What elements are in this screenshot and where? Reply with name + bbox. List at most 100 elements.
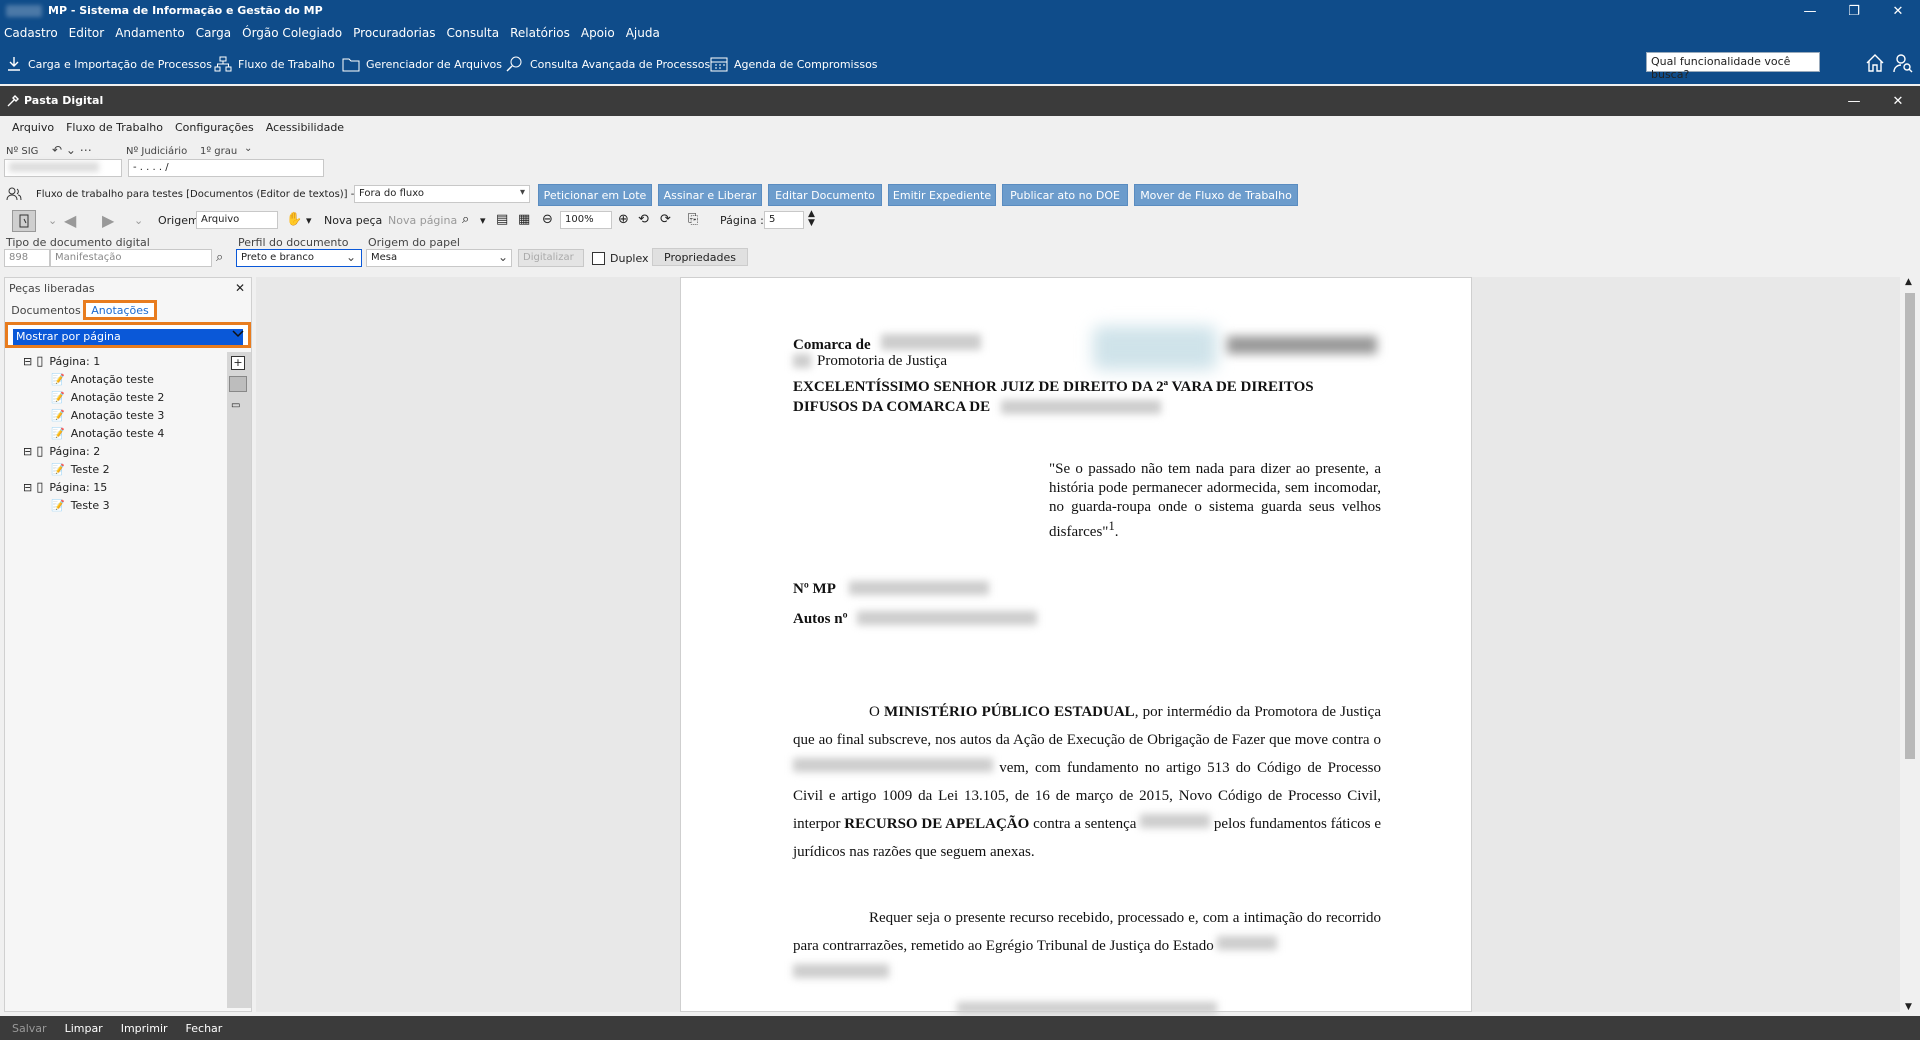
menu-carga[interactable]: Carga: [196, 26, 231, 40]
annotation-item[interactable]: 📝 Anotação teste 3: [51, 406, 164, 424]
search-dropdown-icon[interactable]: ▾: [480, 214, 486, 227]
home-icon[interactable]: [1864, 52, 1886, 74]
submenu-configuracoes[interactable]: Configurações: [175, 121, 254, 134]
sig-field[interactable]: [4, 159, 122, 177]
minimize-button[interactable]: —: [1788, 0, 1832, 22]
submenu-acessibilidade[interactable]: Acessibilidade: [266, 121, 344, 134]
mostrar-select[interactable]: Mostrar por página: [13, 329, 243, 345]
origem-select[interactable]: Arquivo: [196, 211, 278, 229]
zoom-in-icon[interactable]: ⊕: [618, 212, 629, 227]
chevron-down-icon[interactable]: ⌄: [244, 143, 252, 154]
page-view-icon[interactable]: ▤: [496, 212, 508, 227]
pasta-close-button[interactable]: ✕: [1876, 90, 1920, 112]
search-doc-icon[interactable]: ⌕: [462, 212, 469, 227]
collapse-icon[interactable]: ⊟: [23, 481, 32, 494]
menu-relatorios[interactable]: Relatórios: [510, 26, 570, 40]
restore-button[interactable]: ❐: [1832, 0, 1876, 22]
hand-tool-icon[interactable]: ✋: [286, 212, 302, 227]
menu-procuradorias[interactable]: Procuradorias: [353, 26, 435, 40]
last-page-icon[interactable]: ⌄: [134, 214, 143, 227]
hand-dropdown-icon[interactable]: ▾: [306, 214, 312, 227]
grau-select[interactable]: 1º grau: [200, 146, 237, 157]
user-search-icon[interactable]: [1892, 52, 1914, 74]
zoom-select[interactable]: 100%: [560, 211, 612, 229]
annotation-item[interactable]: 📝 Anotação teste 4: [51, 424, 164, 442]
document-scrollbar[interactable]: ▲ ▼: [1902, 277, 1918, 1012]
pagina-input[interactable]: 5: [764, 211, 804, 229]
first-page-icon[interactable]: ⌄: [48, 214, 57, 227]
agenda-button[interactable]: Agenda de Compromissos: [710, 52, 878, 76]
perfil-chevron-icon[interactable]: ⌄: [346, 250, 356, 264]
document-viewer[interactable]: Comarca de Promotoria de Justiça EXCELEN…: [256, 277, 1900, 1014]
emitir-expediente-button[interactable]: Emitir Expediente: [888, 184, 996, 206]
origem-papel-select[interactable]: Mesa: [366, 249, 512, 267]
zoom-out-icon[interactable]: ⊖: [542, 212, 553, 227]
mover-fluxo-button[interactable]: Mover de Fluxo de Trabalho: [1134, 184, 1298, 206]
thumbnails-icon[interactable]: ▦: [518, 212, 530, 227]
page-node[interactable]: ⊟ ▯ Página: 2: [23, 442, 100, 460]
page-settings-icon[interactable]: ⎘: [688, 212, 698, 227]
menu-cadastro[interactable]: Cadastro: [4, 26, 58, 40]
back-arrow-icon[interactable]: ↶ ⌄ ⋯: [52, 143, 92, 157]
menu-ajuda[interactable]: Ajuda: [626, 26, 660, 40]
rotate-right-icon[interactable]: ⟳: [660, 212, 671, 227]
rotate-left-icon[interactable]: ⟲: [638, 212, 649, 227]
publicar-doe-button[interactable]: Publicar ato no DOE: [1002, 184, 1128, 206]
judiciario-field[interactable]: - . . . . /: [128, 159, 324, 177]
editar-documento-button[interactable]: Editar Documento: [768, 184, 882, 206]
select-mode-button[interactable]: [12, 210, 36, 232]
menu-editor[interactable]: Editor: [69, 26, 105, 40]
menu-orgao-colegiado[interactable]: Órgão Colegiado: [242, 26, 342, 40]
annotation-item[interactable]: 📝 Teste 3: [51, 496, 110, 514]
annotation-item[interactable]: 📝 Anotação teste 2: [51, 388, 164, 406]
tab-anotacoes[interactable]: Anotações: [83, 300, 157, 320]
previous-page-icon[interactable]: ◀: [64, 211, 76, 230]
origem-papel-chevron-icon[interactable]: ⌄: [498, 250, 508, 264]
pasta-minimize-button[interactable]: —: [1832, 90, 1876, 112]
tipo-search-icon[interactable]: ⌕: [216, 250, 223, 265]
collapse-icon[interactable]: ⊟: [23, 355, 32, 368]
scrollbar-thumb[interactable]: [1905, 293, 1915, 759]
nova-peca-button[interactable]: Nova peça: [324, 214, 382, 227]
comment-tool-icon[interactable]: ▭: [231, 400, 245, 414]
menu-consulta[interactable]: Consulta: [447, 26, 500, 40]
tipo-code-field[interactable]: 898: [4, 249, 50, 267]
submenu-fluxo[interactable]: Fluxo de Trabalho: [66, 121, 163, 134]
page-spinner-icon[interactable]: ▲ ▼: [808, 210, 815, 228]
scroll-down-icon[interactable]: ▼: [1905, 1002, 1912, 1012]
close-window-button[interactable]: ✕: [1876, 0, 1920, 22]
assinar-liberar-button[interactable]: Assinar e Liberar: [658, 184, 762, 206]
annotation-item[interactable]: 📝 Anotação teste: [51, 370, 154, 388]
add-annotation-icon[interactable]: +: [231, 356, 245, 370]
scroll-up-icon[interactable]: ▲: [1905, 277, 1912, 287]
page-node[interactable]: ⊟ ▯ Página: 1: [23, 352, 100, 370]
fechar-button[interactable]: Fechar: [186, 1022, 223, 1035]
annotation-item[interactable]: 📝 Teste 2: [51, 460, 110, 478]
chevron-down-icon[interactable]: [231, 327, 245, 341]
perfil-select[interactable]: Preto e branco: [236, 249, 362, 267]
menu-andamento[interactable]: Andamento: [115, 26, 185, 40]
fluxo-trabalho-button[interactable]: Fluxo de Trabalho: [214, 52, 335, 76]
salvar-button[interactable]: Salvar: [12, 1022, 47, 1035]
note-tool-icon[interactable]: [229, 376, 247, 392]
limpar-button[interactable]: Limpar: [65, 1022, 103, 1035]
imprimir-button[interactable]: Imprimir: [121, 1022, 168, 1035]
digitalizar-button[interactable]: Digitalizar: [518, 249, 584, 267]
carga-importacao-button[interactable]: Carga e Importação de Processos: [6, 52, 212, 76]
tipo-value-field[interactable]: Manifestação: [50, 249, 212, 267]
submenu-arquivo[interactable]: Arquivo: [12, 121, 54, 134]
page-node[interactable]: ⊟ ▯ Página: 15: [23, 478, 107, 496]
next-page-icon[interactable]: ▶: [102, 211, 114, 230]
peticionar-lote-button[interactable]: Peticionar em Lote: [538, 184, 652, 206]
duplex-checkbox[interactable]: [592, 252, 605, 265]
nova-pagina-button[interactable]: Nova página: [388, 214, 457, 227]
panel-close-icon[interactable]: ✕: [235, 281, 245, 295]
feature-search-input[interactable]: Qual funcionalidade você busca?: [1646, 52, 1820, 81]
propriedades-button[interactable]: Propriedades: [652, 248, 748, 266]
fila-select[interactable]: Fora do fluxo: [354, 185, 530, 203]
gerenciador-arquivos-button[interactable]: Gerenciador de Arquivos: [342, 52, 502, 76]
fila-chevron-icon[interactable]: ▾: [520, 187, 525, 198]
tab-documentos[interactable]: Documentos: [11, 300, 81, 320]
collapse-icon[interactable]: ⊟: [23, 445, 32, 458]
menu-apoio[interactable]: Apoio: [581, 26, 615, 40]
